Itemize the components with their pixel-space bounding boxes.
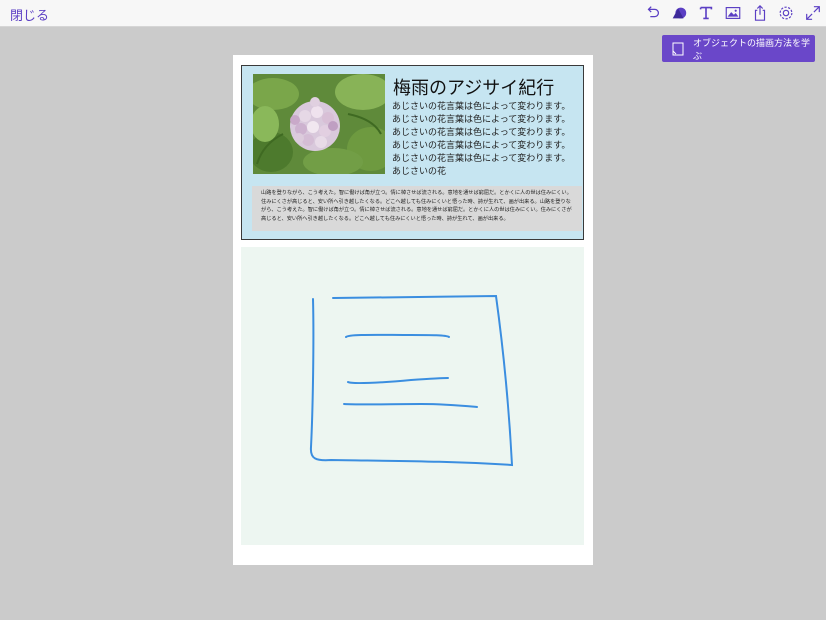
article-body: あじさいの花言葉は色によって変わります。あじさいの花言葉は色によって変わります。… [392,102,571,176]
drawn-line-3 [343,402,478,408]
article-title: 梅雨のアジサイ紀行 [393,78,555,99]
text-icon[interactable] [696,3,716,23]
drawn-line-1 [345,333,450,338]
learn-button-label: オブジェクトの描画方法を学ぶ [693,38,811,62]
drawing-canvas[interactable] [241,247,584,545]
drawn-line-2 [347,377,449,385]
top-toolbar: 閉じる [0,0,826,27]
hydrangea-photo[interactable] [253,74,385,174]
article-note: 山路を登りながら、こう考えた。智に働けば角が立つ。情に棹させば流される。意地を通… [252,186,582,231]
document-icon [672,42,684,55]
undo-icon[interactable] [643,3,663,23]
learn-draw-objects-button[interactable]: オブジェクトの描画方法を学ぶ [662,35,815,62]
share-icon[interactable] [750,3,770,23]
article-header-box[interactable]: 梅雨のアジサイ紀行 あじさいの花言葉は色によって変わります。あじさいの花言葉は色… [241,65,584,240]
image-icon[interactable] [723,3,743,23]
settings-icon[interactable] [776,3,796,23]
fullscreen-icon[interactable] [803,3,823,23]
shapes-icon[interactable] [669,3,689,23]
close-button[interactable]: 閉じる [10,5,49,24]
document-page: 梅雨のアジサイ紀行 あじさいの花言葉は色によって変わります。あじさいの花言葉は色… [233,55,593,565]
